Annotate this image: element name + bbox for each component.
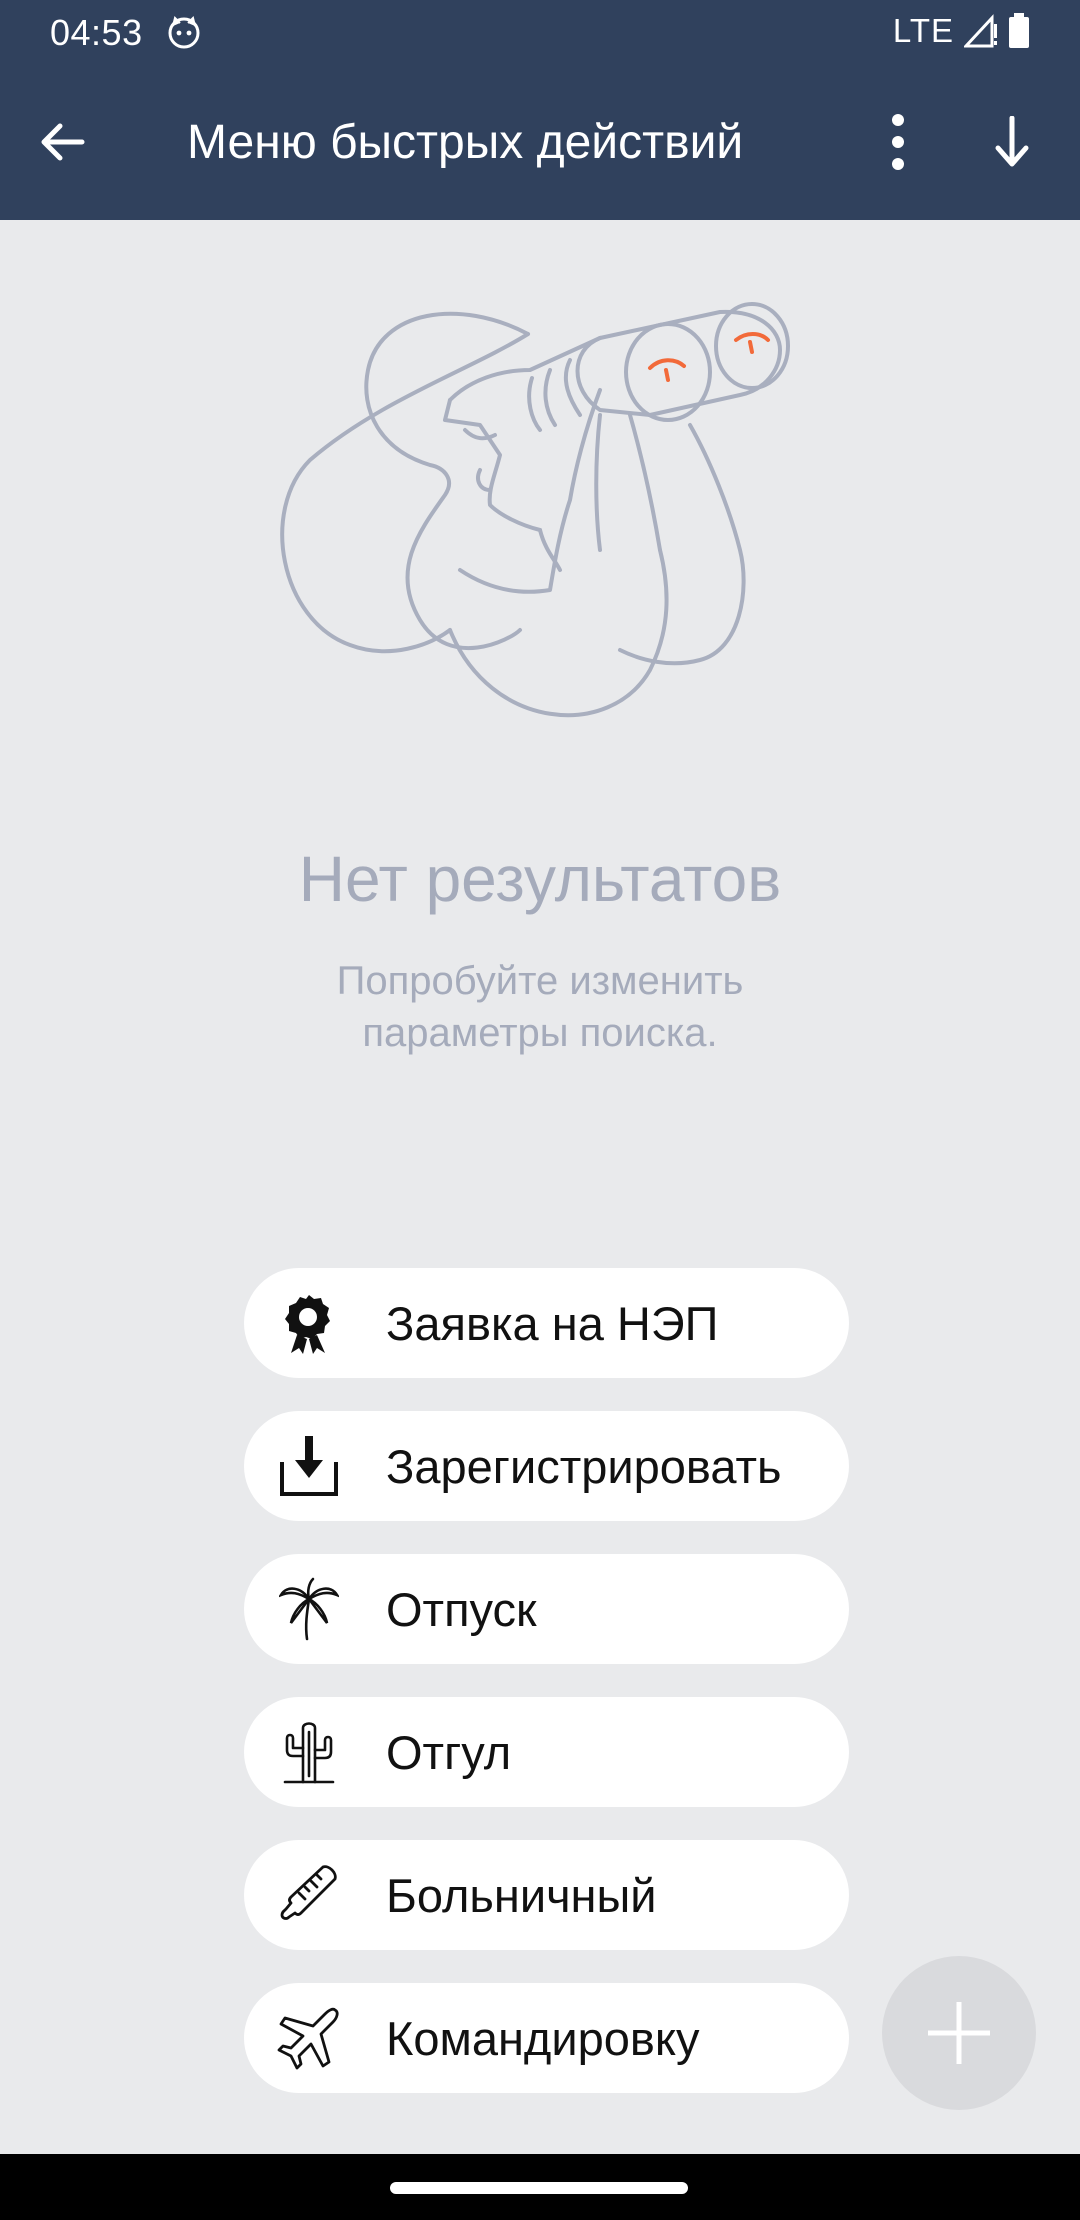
action-register-button[interactable]: Зарегистрировать	[244, 1411, 849, 1521]
empty-state-subtitle-line2: параметры поиска.	[362, 1011, 718, 1055]
back-button[interactable]	[30, 110, 94, 174]
action-label: Командировку	[386, 2011, 700, 2065]
system-nav-bar	[0, 2154, 1080, 2220]
action-business-trip-button[interactable]: Командировку	[244, 1983, 849, 2093]
action-label: Отгул	[386, 1725, 512, 1779]
more-options-button[interactable]	[870, 106, 926, 178]
empty-state-subtitle-line1: Попробуйте изменить	[336, 959, 744, 1003]
action-nep-request-button[interactable]: Заявка на НЭП	[244, 1268, 849, 1378]
signal-icon	[964, 14, 997, 48]
action-sick-leave-button[interactable]: Больничный	[244, 1840, 849, 1950]
action-label: Зарегистрировать	[386, 1439, 782, 1493]
cactus-icon	[277, 1720, 341, 1784]
arrow-left-icon	[41, 123, 85, 161]
thermometer-icon	[277, 1863, 341, 1927]
page-title: Меню быстрых действий	[187, 116, 744, 169]
quick-actions-list: Заявка на НЭП Зарегистрировать Отпуск От…	[244, 1268, 849, 2126]
add-fab-button[interactable]	[882, 1956, 1036, 2110]
download-tray-icon	[277, 1434, 341, 1498]
airplane-icon	[277, 2006, 341, 2070]
action-label: Заявка на НЭП	[386, 1296, 719, 1350]
home-gesture-handle[interactable]	[390, 2182, 688, 2194]
arrow-down-icon	[995, 116, 1029, 167]
cat-icon	[168, 16, 200, 49]
status-bar: 04:53 LTE	[0, 0, 1080, 66]
palm-tree-icon	[277, 1577, 341, 1641]
award-icon	[277, 1291, 341, 1355]
download-button[interactable]	[980, 106, 1044, 178]
action-day-off-button[interactable]: Отгул	[244, 1697, 849, 1807]
more-vertical-icon	[892, 114, 904, 170]
status-time: 04:53	[50, 12, 143, 53]
binoculars-illustration	[280, 302, 790, 718]
action-label: Отпуск	[386, 1582, 537, 1636]
action-label: Больничный	[386, 1868, 657, 1922]
status-indicators: LTE	[893, 12, 1030, 50]
battery-icon	[1009, 13, 1029, 48]
empty-state-subtitle: Попробуйте изменить параметры поиска.	[0, 955, 1080, 1059]
network-type: LTE	[892, 12, 954, 49]
plus-icon	[928, 2002, 990, 2064]
action-vacation-button[interactable]: Отпуск	[244, 1554, 849, 1664]
app-bar: Меню быстрых действий	[0, 66, 1080, 220]
empty-state-title: Нет результатов	[298, 843, 782, 915]
